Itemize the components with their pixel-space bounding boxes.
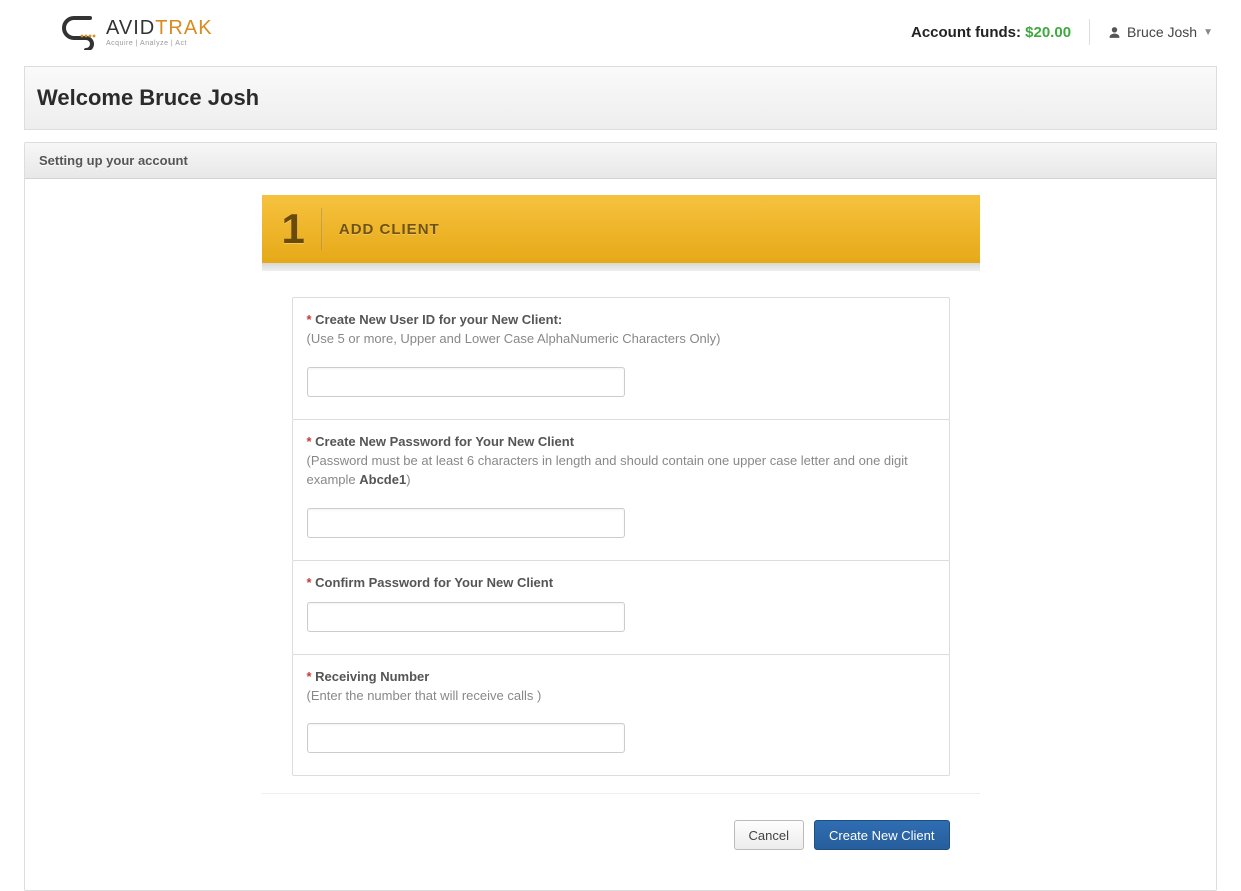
logo-mark-icon	[60, 14, 100, 50]
user-name: Bruce Josh	[1127, 24, 1197, 40]
receiving-number-input[interactable]	[307, 723, 625, 753]
user-id-label: Create New User ID for your New Client:	[315, 312, 562, 327]
step-number: 1	[282, 205, 305, 253]
logo-text-a: AVID	[106, 17, 155, 39]
password-hint: (Password must be at least 6 characters …	[307, 452, 935, 490]
step-header: 1 ADD CLIENT	[262, 195, 980, 263]
button-row: Cancel Create New Client	[262, 793, 980, 850]
user-menu[interactable]: Bruce Josh ▼	[1108, 24, 1213, 40]
user-id-input[interactable]	[307, 367, 625, 397]
password-label: Create New Password for Your New Client	[315, 434, 574, 449]
required-mark: *	[307, 434, 316, 449]
logo: AVIDTRAK Acquire | Analyze | Act	[60, 14, 213, 50]
chevron-down-icon: ▼	[1203, 27, 1213, 38]
person-icon	[1108, 26, 1121, 39]
password-input[interactable]	[307, 508, 625, 538]
panel-title: Setting up your account	[25, 143, 1216, 179]
welcome-banner: Welcome Bruce Josh	[24, 66, 1217, 130]
cancel-button[interactable]: Cancel	[734, 820, 804, 850]
required-mark: *	[307, 575, 316, 590]
user-id-group: * Create New User ID for your New Client…	[292, 297, 950, 420]
required-mark: *	[307, 312, 316, 327]
add-client-card: 1 ADD CLIENT * Create New User ID for yo…	[262, 195, 980, 850]
divider	[1089, 19, 1090, 45]
step-separator	[321, 208, 323, 250]
confirm-password-label: Confirm Password for Your New Client	[315, 575, 553, 590]
logo-tagline: Acquire | Analyze | Act	[106, 40, 213, 47]
confirm-password-input[interactable]	[307, 602, 625, 632]
user-id-hint: (Use 5 or more, Upper and Lower Case Alp…	[307, 330, 935, 349]
confirm-password-group: * Confirm Password for Your New Client	[292, 560, 950, 655]
logo-text-b: TRAK	[155, 17, 212, 39]
receiving-number-hint: (Enter the number that will receive call…	[307, 687, 935, 706]
required-mark: *	[307, 669, 316, 684]
password-group: * Create New Password for Your New Clien…	[292, 419, 950, 561]
account-funds: Account funds: $20.00	[911, 24, 1071, 41]
step-title: ADD CLIENT	[339, 221, 440, 238]
funds-amount: $20.00	[1025, 24, 1071, 41]
setup-panel: Setting up your account 1 ADD CLIENT * C…	[24, 142, 1217, 891]
receiving-number-group: * Receiving Number (Enter the number tha…	[292, 654, 950, 777]
funds-label: Account funds:	[911, 24, 1025, 41]
create-client-button[interactable]: Create New Client	[814, 820, 950, 850]
receiving-number-label: Receiving Number	[315, 669, 429, 684]
top-bar: AVIDTRAK Acquire | Analyze | Act Account…	[0, 0, 1241, 66]
